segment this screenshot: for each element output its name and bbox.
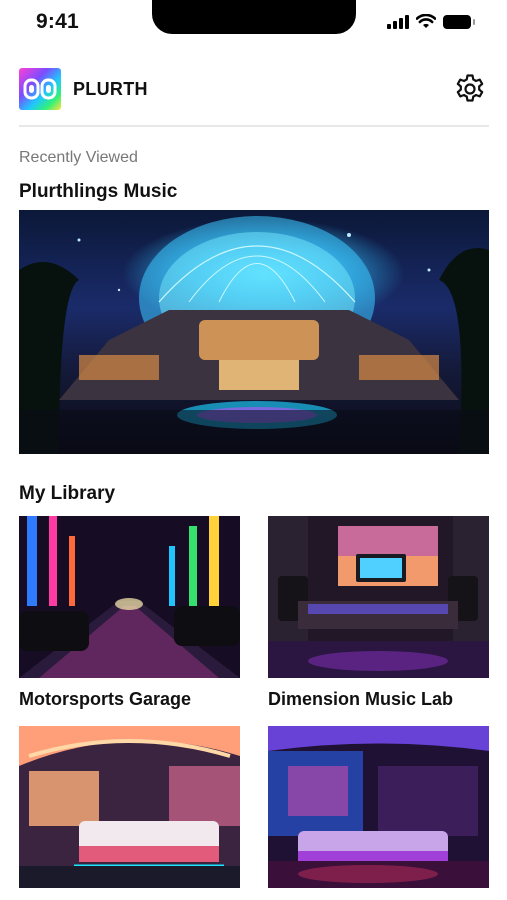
status-icons bbox=[387, 14, 475, 29]
status-time: 9:41 bbox=[36, 10, 79, 33]
battery-icon bbox=[443, 14, 475, 29]
library-title: My Library bbox=[19, 483, 116, 504]
cellular-signal-icon bbox=[387, 14, 409, 29]
plurth-logo[interactable] bbox=[19, 68, 61, 110]
featured-card-image[interactable] bbox=[19, 210, 489, 454]
library-item-image[interactable] bbox=[268, 516, 489, 678]
library-item-image[interactable] bbox=[19, 516, 240, 678]
device-notch bbox=[152, 0, 356, 34]
wifi-icon bbox=[416, 14, 436, 28]
header-divider bbox=[19, 125, 489, 127]
app-header: PLURTH bbox=[19, 66, 489, 112]
library-item-label[interactable]: Motorsports Garage bbox=[19, 689, 191, 710]
gear-icon bbox=[456, 74, 484, 102]
featured-title: Plurthlings Music bbox=[19, 181, 178, 202]
app-name: PLURTH bbox=[73, 78, 148, 99]
library-item-label[interactable]: Dimension Music Lab bbox=[268, 689, 453, 710]
settings-button[interactable] bbox=[453, 72, 487, 106]
library-item-image[interactable] bbox=[268, 726, 489, 888]
status-bar: 9:41 bbox=[0, 0, 507, 48]
recently-viewed-caption: Recently Viewed bbox=[19, 149, 138, 166]
library-item-image[interactable] bbox=[19, 726, 240, 888]
